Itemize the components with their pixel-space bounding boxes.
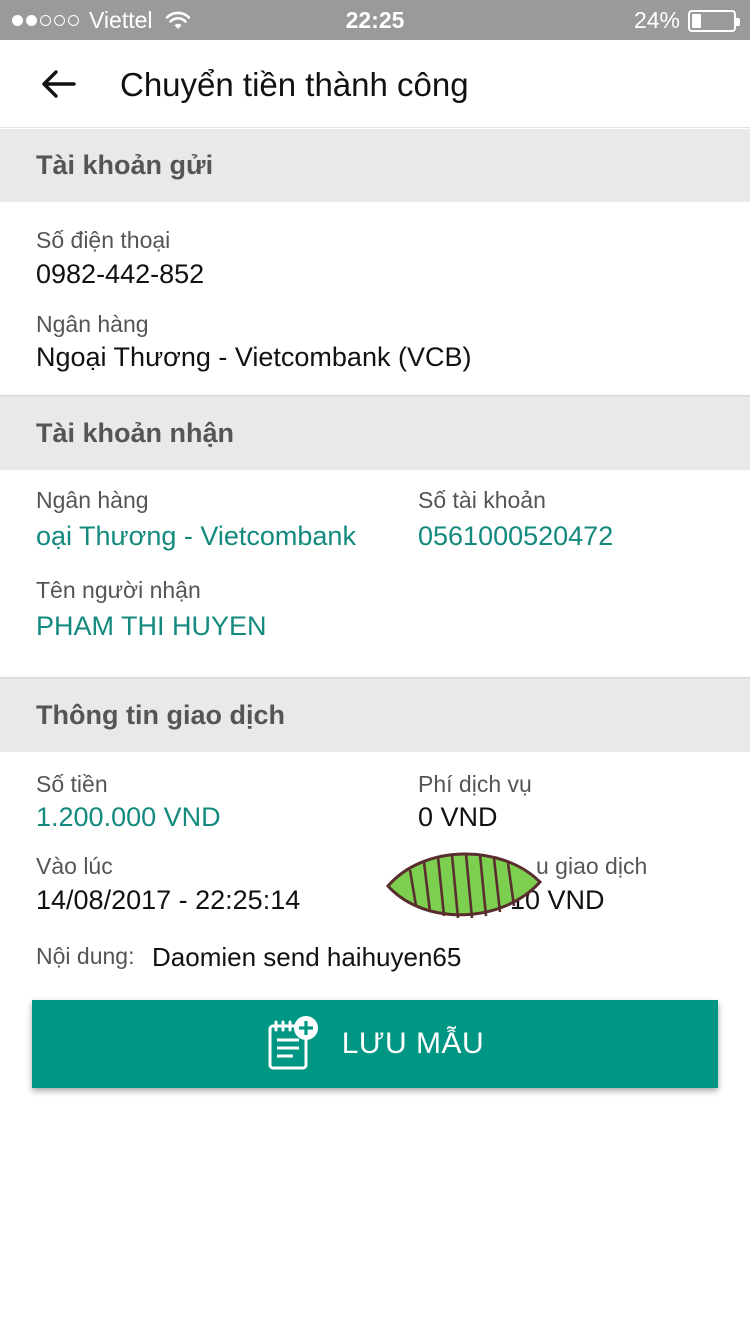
arrow-left-icon [42, 70, 76, 98]
status-bar: Viettel 22:25 24% [0, 0, 750, 40]
receiver-section-title: Tài khoản nhận [36, 418, 235, 448]
amount-value: 1.200.000 VND [36, 802, 221, 832]
fee-value: 0 VND [418, 802, 498, 832]
receiver-bank-value: oại Thương - Vietcombank [36, 521, 356, 551]
app-bar: Chuyển tiền thành công [0, 40, 750, 128]
back-button[interactable] [36, 64, 80, 104]
transaction-code-label: u giao dịch [536, 853, 648, 879]
fee-label: Phí dịch vụ [418, 771, 532, 797]
sender-section-title: Tài khoản gửi [36, 150, 214, 180]
page-title: Chuyển tiền thành công [120, 66, 469, 103]
receiver-account-label: Số tài khoản [418, 487, 546, 513]
battery-percentage: 24% [633, 7, 680, 33]
signal-strength-icon [12, 15, 79, 26]
receiver-account-value: 0561000520472 [418, 521, 614, 551]
save-template-label: LƯU MẪU [341, 1027, 485, 1060]
receiver-bank-label: Ngân hàng [36, 487, 149, 513]
leaf-sticker-icon [386, 852, 543, 919]
receiver-name-value: PHAM THI HUYEN [36, 611, 267, 641]
sender-bank-label: Ngân hàng [36, 311, 149, 337]
note-add-icon [268, 1016, 318, 1070]
receiver-name-label: Tên người nhận [36, 577, 201, 603]
sender-phone-value: 0982-442-852 [36, 259, 205, 289]
wifi-icon [165, 11, 190, 29]
sender-section-header: Tài khoản gửi [0, 129, 750, 202]
sender-phone-label: Số điện thoại [36, 227, 171, 253]
transaction-section-header: Thông tin giao dịch [0, 679, 750, 752]
time-value: 14/08/2017 - 22:25:14 [36, 885, 301, 915]
amount-label: Số tiền [36, 771, 108, 797]
save-template-button[interactable]: LƯU MẪU [32, 1000, 718, 1088]
receiver-section-header: Tài khoản nhận [0, 397, 750, 470]
status-left: Viettel [12, 7, 191, 34]
transaction-section-title: Thông tin giao dịch [36, 700, 285, 730]
sender-bank-value: Ngoại Thương - Vietcombank (VCB) [36, 342, 472, 372]
status-right: 24% [633, 7, 740, 34]
time-label: Vào lúc [36, 853, 113, 879]
content-label: Nội dung: [36, 943, 135, 969]
carrier-name: Viettel [89, 7, 153, 33]
battery-icon [688, 9, 740, 32]
content-value: Daomien send haihuyen65 [152, 942, 462, 972]
